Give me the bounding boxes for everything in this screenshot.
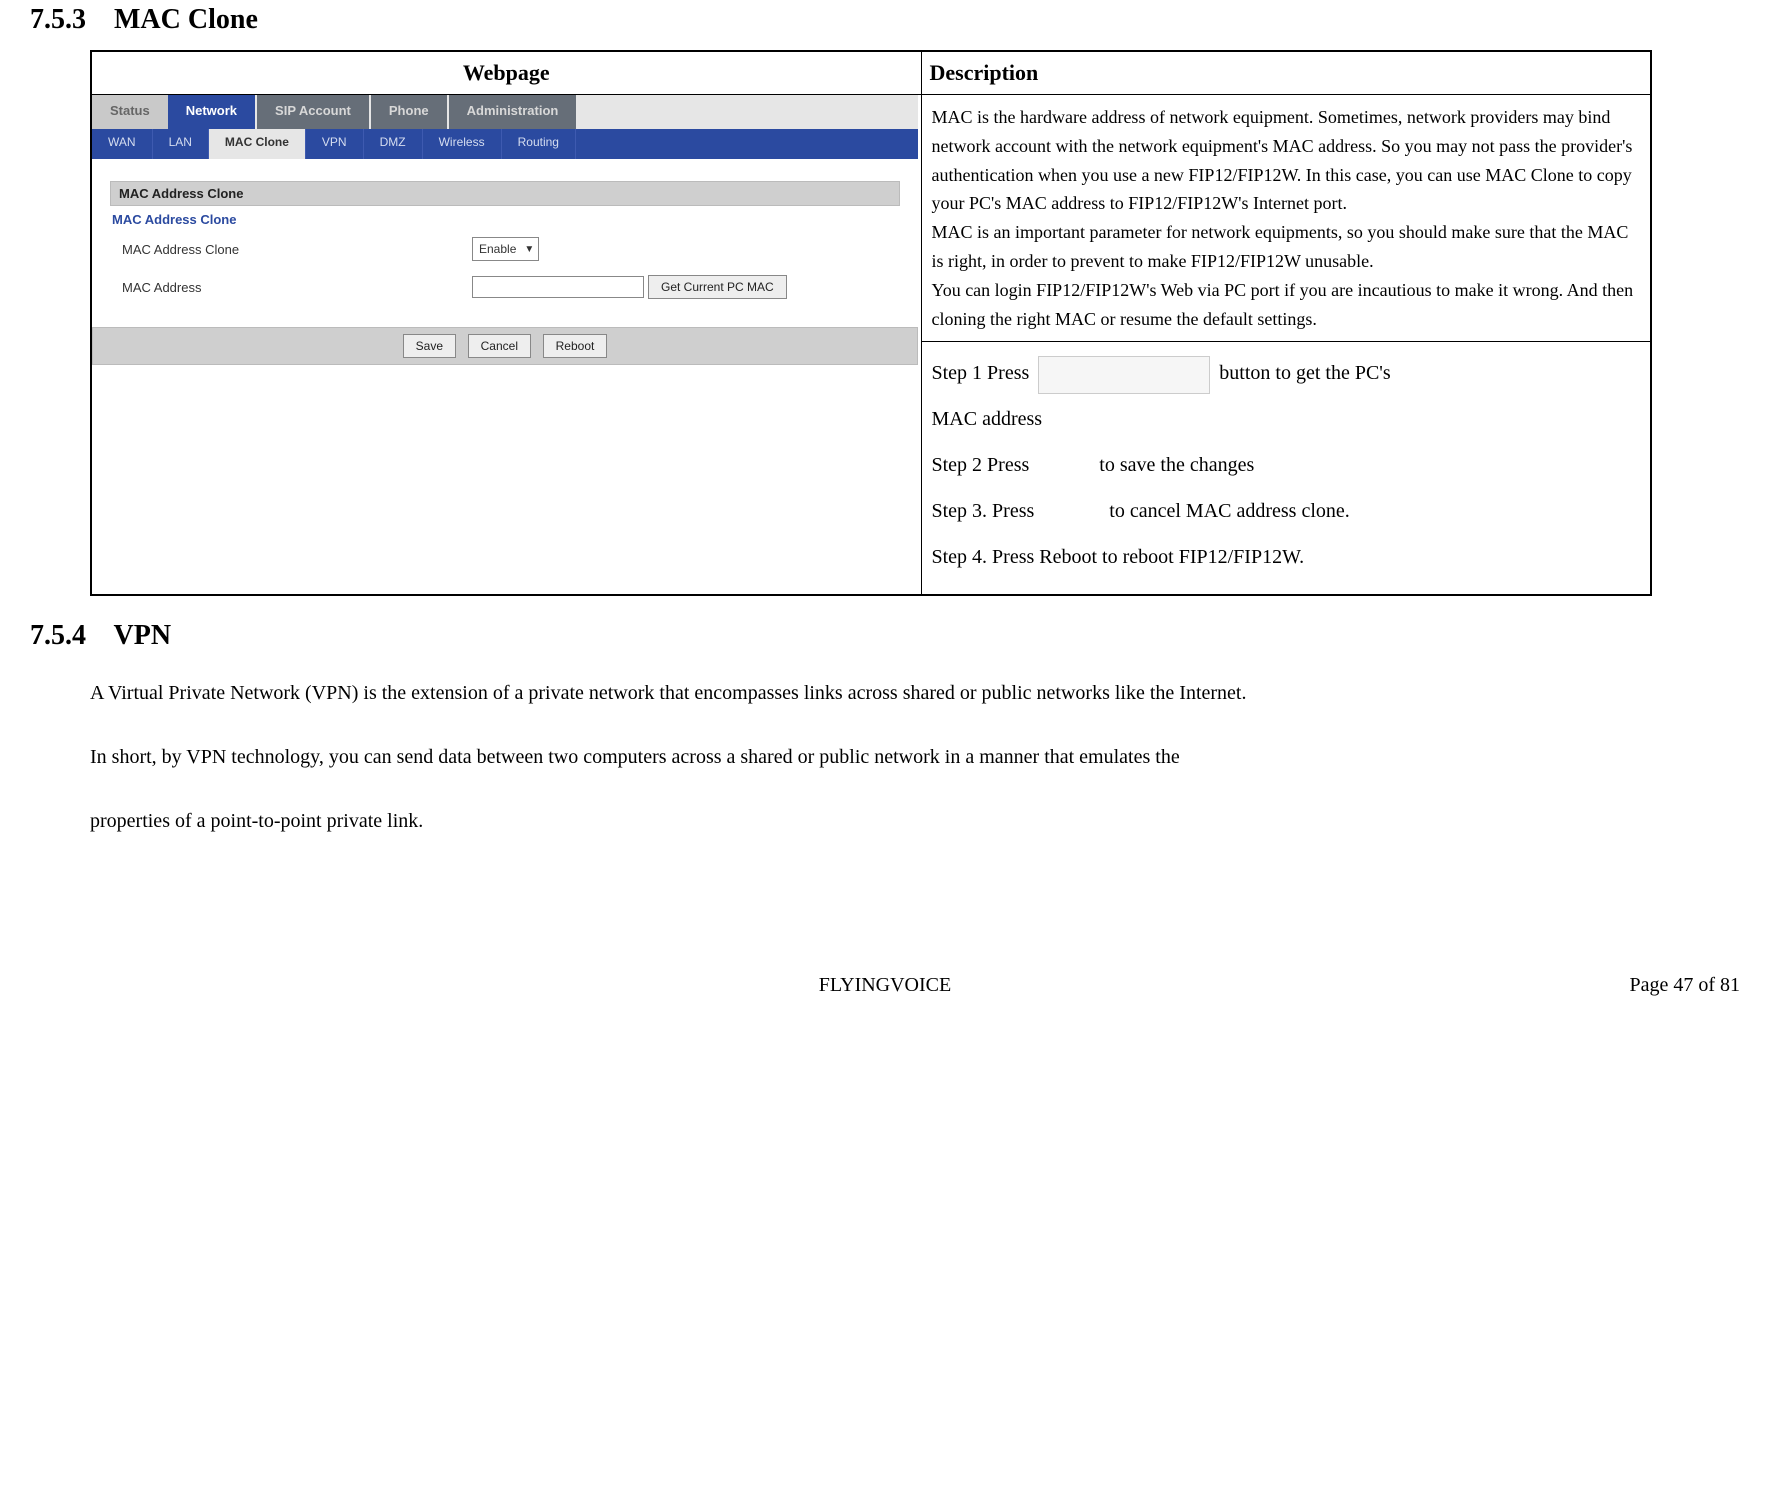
subtab-wireless[interactable]: Wireless (423, 129, 502, 159)
tab-administration[interactable]: Administration (449, 95, 577, 129)
tab-network[interactable]: Network (168, 95, 255, 129)
step-4: Step 4. Press Reboot to reboot FIP12/FIP… (932, 534, 1641, 580)
step-text: to save the changes (1099, 454, 1254, 476)
chevron-down-icon: ▼ (524, 244, 534, 255)
panel-title-bar: MAC Address Clone (110, 181, 900, 206)
table-header-row: Webpage Description (91, 51, 1651, 95)
col-header-description: Description (921, 51, 1651, 95)
page-footer: FLYINGVOICE Page 47 of 81 (30, 974, 1760, 1017)
section-label: MAC Address Clone (112, 212, 900, 227)
tab-sip-account[interactable]: SIP Account (257, 95, 369, 129)
subtab-wan[interactable]: WAN (92, 129, 153, 159)
step-text: Step 2 Press (932, 454, 1030, 476)
save-button[interactable]: Save (403, 334, 456, 358)
subtab-dmz[interactable]: DMZ (364, 129, 423, 159)
webpage-cell: Status Network SIP Account Phone Adminis… (91, 95, 921, 596)
reboot-button[interactable]: Reboot (543, 334, 608, 358)
cancel-button[interactable]: Cancel (468, 334, 531, 358)
description-cell: MAC is the hardware address of network e… (921, 95, 1651, 342)
section-number: 7.5.4 (30, 620, 86, 651)
step-3: Step 3. Press to cancel MAC address clon… (932, 488, 1641, 534)
step-text: button to get the PC's (1219, 362, 1390, 384)
select-value: Enable (479, 242, 516, 256)
paragraph: A Virtual Private Network (VPN) is the e… (90, 670, 1740, 716)
tab-phone[interactable]: Phone (371, 95, 447, 129)
top-tabs: Status Network SIP Account Phone Adminis… (92, 95, 918, 129)
content-area: MAC Address Clone MAC Address Clone MAC … (92, 159, 918, 375)
page: 7.5.3 MAC Clone Webpage Description Stat… (30, 4, 1760, 1017)
table-row: Status Network SIP Account Phone Adminis… (91, 95, 1651, 342)
step-1-line2: MAC address (932, 396, 1641, 442)
col-header-webpage: Webpage (91, 51, 921, 95)
label-mac-address: MAC Address (110, 280, 472, 295)
paragraph: In short, by VPN technology, you can sen… (90, 734, 1740, 780)
sub-tabs: WAN LAN MAC Clone VPN DMZ Wireless Routi… (92, 129, 918, 159)
step-text: Step 3. Press (932, 500, 1035, 522)
subtab-mac-clone[interactable]: MAC Clone (209, 129, 306, 159)
input-mac-address[interactable] (472, 276, 644, 298)
button-bar: Save Cancel Reboot (92, 327, 918, 365)
subtab-vpn[interactable]: VPN (306, 129, 364, 159)
label-mac-address-clone: MAC Address Clone (110, 242, 472, 257)
inline-screenshot-icon (1038, 356, 1210, 394)
doc-table: Webpage Description Status Network SIP A… (90, 50, 1652, 596)
get-current-pc-mac-button[interactable]: Get Current PC MAC (648, 275, 787, 299)
step-text: Step 1 Press (932, 362, 1030, 384)
footer-center: FLYINGVOICE (230, 974, 1540, 997)
tab-status[interactable]: Status (92, 95, 168, 129)
subtab-routing[interactable]: Routing (502, 129, 576, 159)
section-heading-vpn: 7.5.4 VPN (30, 620, 1760, 652)
select-mac-clone-enable[interactable]: Enable ▼ (472, 237, 539, 261)
footer-page-number: Page 47 of 81 (1540, 974, 1740, 997)
embedded-screenshot: Status Network SIP Account Phone Adminis… (92, 95, 918, 375)
section-title: MAC Clone (114, 4, 258, 35)
section-title: VPN (114, 620, 172, 651)
section-number: 7.5.3 (30, 4, 86, 35)
steps-cell: Step 1 Press button to get the PC's MAC … (921, 342, 1651, 596)
step-text: to cancel MAC address clone. (1109, 500, 1349, 522)
paragraph: properties of a point-to-point private l… (90, 798, 1740, 844)
form-row-mac-clone-enable: MAC Address Clone Enable ▼ (110, 237, 900, 261)
step-1-line1: Step 1 Press button to get the PC's (932, 350, 1641, 396)
section-heading-mac-clone: 7.5.3 MAC Clone (30, 4, 1760, 36)
form-row-mac-address: MAC Address Get Current PC MAC (110, 275, 900, 299)
step-2: Step 2 Press to save the changes (932, 442, 1641, 488)
subtab-lan[interactable]: LAN (153, 129, 209, 159)
